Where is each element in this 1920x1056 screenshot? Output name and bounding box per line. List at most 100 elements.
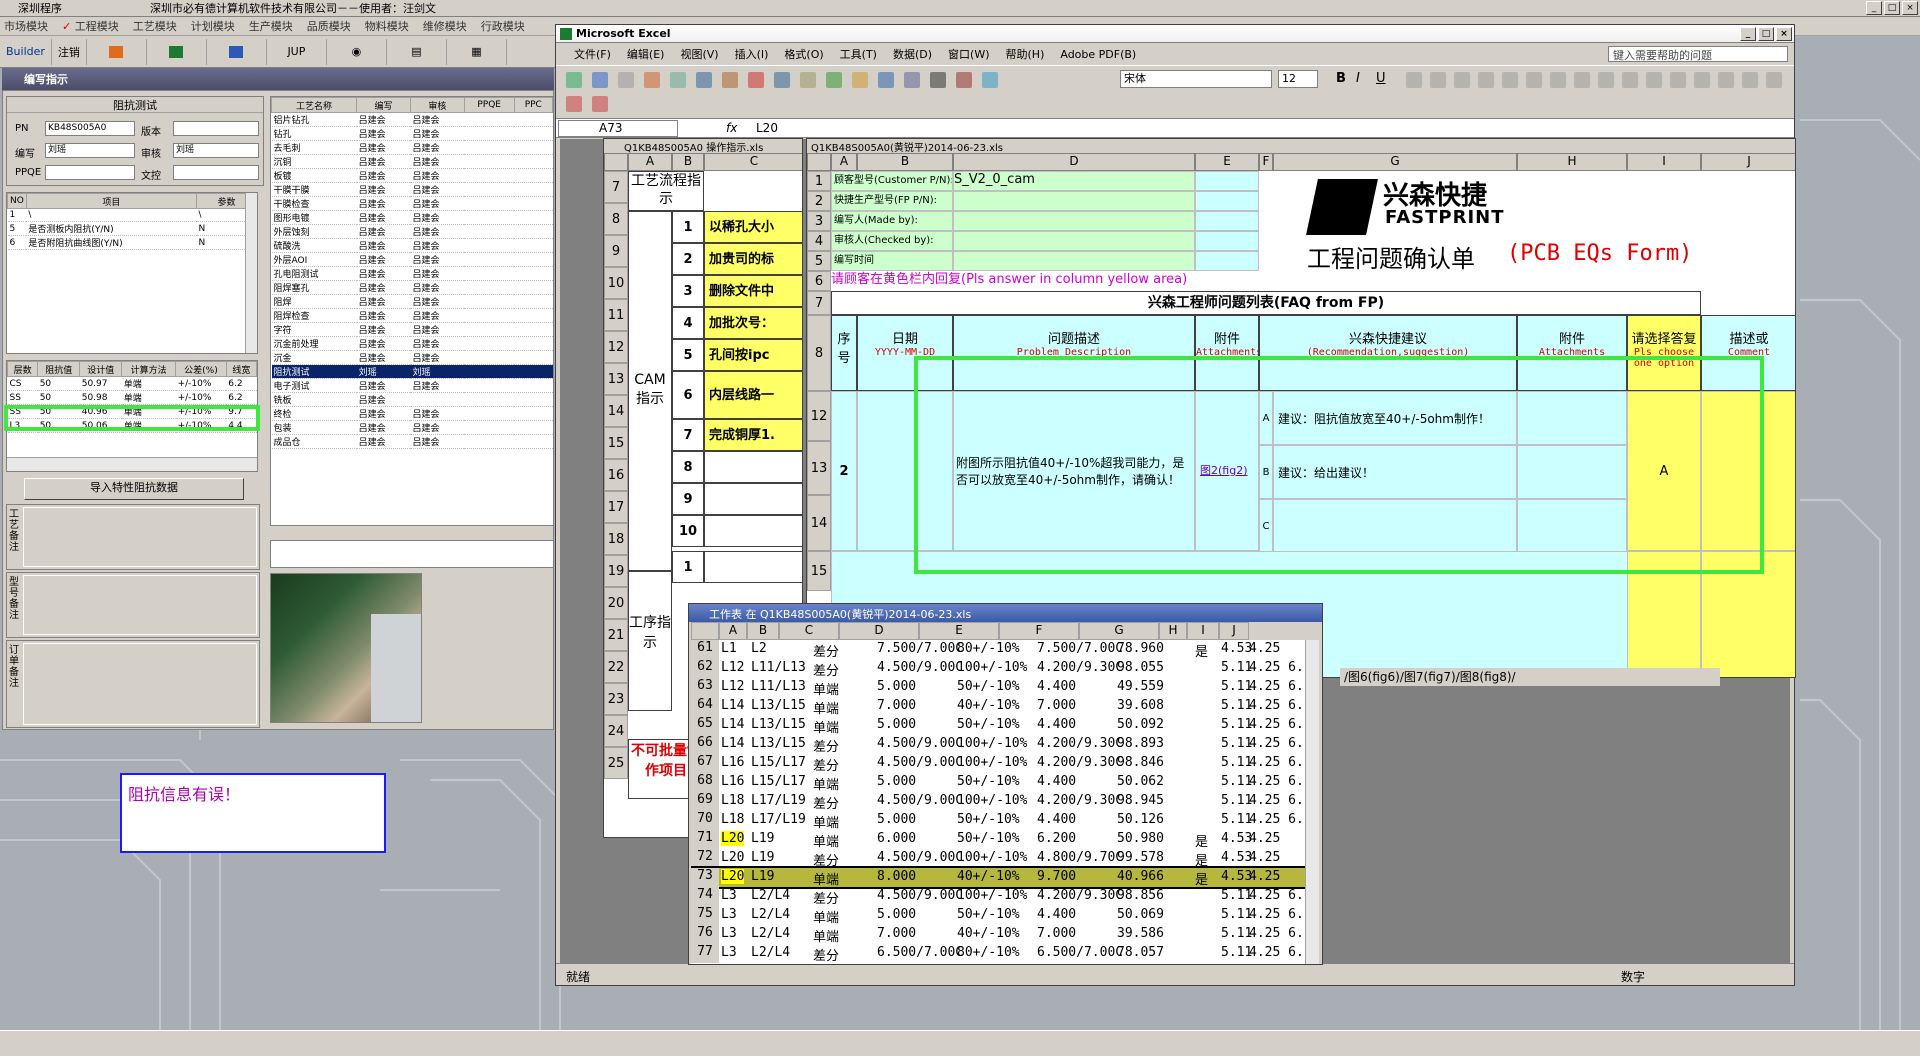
header-value[interactable] xyxy=(953,251,1195,271)
row-header[interactable]: 14 xyxy=(807,495,831,551)
font-select[interactable]: 宋体 xyxy=(1120,70,1272,88)
col-no[interactable]: NO xyxy=(7,193,27,209)
row-header[interactable]: 25 xyxy=(604,747,628,779)
col-proc-ppqe[interactable]: PPQE xyxy=(463,97,515,113)
header-extra[interactable] xyxy=(1195,211,1259,231)
col-design[interactable]: 设计值 xyxy=(79,361,123,377)
table-row[interactable]: 孔电阻测试 吕建会 吕建会 xyxy=(271,266,553,281)
ppt-icon[interactable] xyxy=(87,38,147,65)
toolbar-icon[interactable] xyxy=(644,72,660,88)
items-scrollbar[interactable] xyxy=(245,193,257,353)
format-icon[interactable] xyxy=(1550,72,1566,88)
item-text[interactable]: 以稀孔大小 xyxy=(704,211,802,243)
toolbar-icon[interactable] xyxy=(748,72,764,88)
process-input[interactable] xyxy=(270,540,554,568)
row-header[interactable]: 7 xyxy=(807,291,831,315)
table-row[interactable]: 硫酸洗 吕建会 吕建会 xyxy=(271,238,553,253)
underline-button[interactable]: U xyxy=(1376,71,1386,86)
row-header[interactable]: 8 xyxy=(604,203,628,235)
column-header[interactable]: H xyxy=(1517,153,1627,171)
minimize-button[interactable]: _ xyxy=(1866,1,1882,15)
item-text[interactable]: 加贵司的标 xyxy=(704,243,802,275)
table-row[interactable]: 61 L1 L2 差分 7.500/7.00C 80+/-10% 7.500/7.00C 78… xyxy=(691,640,1319,660)
format-icon[interactable] xyxy=(1406,72,1422,88)
header-extra[interactable] xyxy=(1195,171,1259,191)
format-icon[interactable] xyxy=(1502,72,1518,88)
row-header[interactable]: 12 xyxy=(604,331,628,363)
logout-button[interactable]: 注销 xyxy=(52,38,87,65)
table-row[interactable]: 包装 吕建会 吕建会 xyxy=(271,420,553,435)
toolbar-icon[interactable] xyxy=(904,72,920,88)
header-extra[interactable] xyxy=(1195,191,1259,211)
table-row[interactable]: 阻焊塞孔 吕建会 吕建会 xyxy=(271,280,553,295)
header-value[interactable] xyxy=(953,211,1195,231)
toolbar-icon[interactable] xyxy=(826,72,842,88)
table-row[interactable]: 68 L16 L15/L17 单端 5.000 50+/-10% 4.400 50.062 5.… xyxy=(691,773,1319,793)
table-row[interactable]: 干膜干膜 吕建会 吕建会 xyxy=(271,182,553,197)
col-item[interactable]: 项目 xyxy=(25,193,198,209)
format-icon[interactable] xyxy=(1622,72,1638,88)
xl-minimize-button[interactable]: _ xyxy=(1740,27,1756,41)
column-header[interactable]: A xyxy=(831,153,857,171)
book-icon[interactable]: ▤ xyxy=(387,38,447,65)
format-icon[interactable] xyxy=(1526,72,1542,88)
row-header[interactable]: 2 xyxy=(807,191,831,211)
table-row[interactable]: 70 L18 L17/L19 单端 5.000 50+/-10% 4.400 50.126 5.… xyxy=(691,811,1319,831)
item-text[interactable] xyxy=(704,515,802,547)
toolbar-icon[interactable] xyxy=(722,72,738,88)
doc-field[interactable] xyxy=(173,165,259,180)
table-row[interactable]: 1 \ \ xyxy=(7,208,257,222)
sheet3-grid[interactable]: 61 L1 L2 差分 7.500/7.00C 80+/-10% 7.500/7.00C 78… xyxy=(691,640,1319,964)
sheet-tabs[interactable]: /图6(fig6)/图7(fig7)/图8(fig8)/ xyxy=(1340,668,1720,686)
table-row[interactable]: 64 L14 L13/L15 单端 7.000 40+/-10% 7.000 39.608 5.… xyxy=(691,697,1319,717)
menu-material[interactable]: 物料模块 xyxy=(365,18,409,34)
table-row[interactable]: 板镀 吕建会 吕建会 xyxy=(271,168,553,183)
excel-icon[interactable] xyxy=(147,38,207,65)
format-icon[interactable] xyxy=(1718,72,1734,88)
column-header[interactable]: I xyxy=(1627,153,1701,171)
row-header[interactable]: 20 xyxy=(604,587,628,619)
pdf-icon[interactable] xyxy=(592,96,608,112)
menu-data[interactable]: 数据(D) xyxy=(893,46,932,62)
row-header[interactable]: 15 xyxy=(807,551,831,591)
table-row[interactable]: 69 L18 L17/L19 差分 4.500/9.00C 100+/-10% 4.200/… xyxy=(691,792,1319,812)
column-header[interactable]: B xyxy=(672,153,704,171)
column-header[interactable]: G xyxy=(1079,622,1159,640)
table-row[interactable]: 铣板 吕建会 xyxy=(271,392,553,407)
menu-admin[interactable]: 行政模块 xyxy=(481,18,525,34)
col-width[interactable]: 线宽 xyxy=(225,361,257,377)
bold-button[interactable]: B xyxy=(1336,71,1346,86)
row-header[interactable]: 12 xyxy=(807,391,831,441)
row-header[interactable]: 14 xyxy=(604,395,628,427)
table-row[interactable]: 字符 吕建会 吕建会 xyxy=(271,322,553,337)
format-icon[interactable] xyxy=(1478,72,1494,88)
menu-file[interactable]: 文件(F) xyxy=(574,46,611,62)
column-header[interactable]: J xyxy=(1219,622,1249,640)
column-header[interactable]: H xyxy=(1159,622,1187,640)
table-row[interactable]: 66 L14 L13/L15 差分 4.500/9.00C 100+/-10% 4.200/… xyxy=(691,735,1319,755)
pdf-icon[interactable] xyxy=(566,96,582,112)
header-extra[interactable] xyxy=(1195,231,1259,251)
header-value[interactable]: S_V2_0_cam xyxy=(953,171,1195,191)
menu-window[interactable]: 窗口(W) xyxy=(948,46,989,62)
help-search-input[interactable]: 键入需要帮助的问题 xyxy=(1608,46,1788,62)
column-header[interactable]: E xyxy=(919,622,999,640)
table-row[interactable]: 图形电镀 吕建会 吕建会 xyxy=(271,210,553,225)
table-row[interactable]: 干膜检查 吕建会 吕建会 xyxy=(271,196,553,211)
menu-quality[interactable]: 品质模块 xyxy=(307,18,351,34)
toolbar-icon[interactable] xyxy=(982,72,998,88)
header-extra[interactable] xyxy=(1195,251,1259,271)
format-icon[interactable] xyxy=(1454,72,1470,88)
toolbar-icon[interactable] xyxy=(566,72,582,88)
table-row[interactable]: 沉金 吕建会 吕建会 xyxy=(271,350,553,365)
table-row[interactable]: 65 L14 L13/L15 单端 5.000 50+/-10% 4.400 50.092 5.… xyxy=(691,716,1319,736)
col-tol[interactable]: 公差(%) xyxy=(175,361,227,377)
row-header[interactable]: 3 xyxy=(807,211,831,231)
table-row[interactable]: 沉铜 吕建会 吕建会 xyxy=(271,154,553,169)
item-text[interactable] xyxy=(704,451,802,483)
table-row[interactable]: 67 L16 L15/L17 差分 4.500/9.00C 100+/-10% 4.200/… xyxy=(691,754,1319,774)
version-field[interactable] xyxy=(173,121,259,136)
table-row[interactable]: 外层AOI 吕建会 吕建会 xyxy=(271,252,553,267)
col-imp[interactable]: 阻抗值 xyxy=(37,361,81,377)
menu-tools[interactable]: 工具(T) xyxy=(840,46,877,62)
